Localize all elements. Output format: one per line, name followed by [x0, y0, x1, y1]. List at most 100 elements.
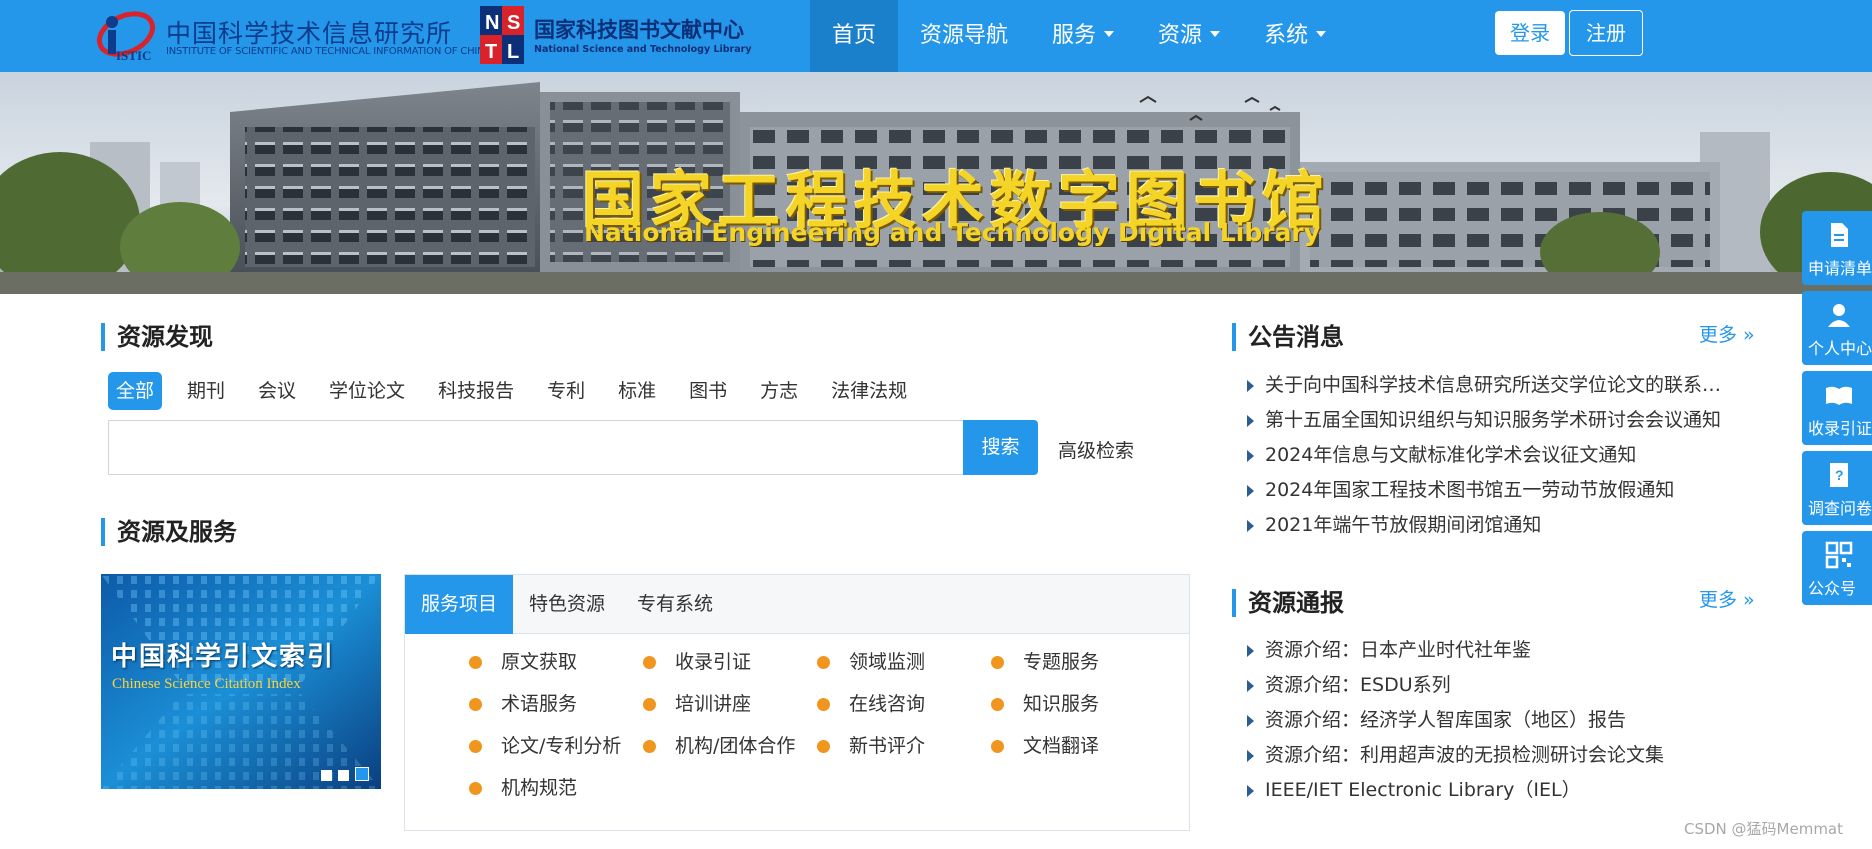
resource-news-more-link[interactable]: 更多 » — [1699, 585, 1755, 612]
nav-services-label: 服务 — [1052, 23, 1097, 48]
sidebar-personal-center[interactable]: 个人中心 — [1802, 291, 1872, 365]
list-item[interactable]: 2021年端午节放假期间闭馆通知 — [1245, 508, 1745, 543]
sidebar-label: 收录引证 — [1808, 419, 1872, 438]
banner-title-en: National Engineering and Technology Digi… — [584, 218, 1321, 247]
hero-banner: 国家工程技术数字图书馆 National Engineering and Tec… — [0, 72, 1872, 294]
register-button[interactable]: 注册 — [1569, 10, 1643, 56]
tab-all[interactable]: 全部 — [108, 372, 163, 410]
nav-systems[interactable]: 系统 — [1242, 0, 1348, 72]
user-icon — [1828, 304, 1850, 327]
resource-news-list: 资源介绍：日本产业时代社年鉴 资源介绍：ESDU系列 资源介绍：经济学人智库国家… — [1245, 633, 1745, 808]
search-input[interactable] — [108, 420, 964, 475]
advanced-search-link[interactable]: 高级检索 — [1058, 436, 1134, 463]
carousel-title-en: Chinese Science Citation Index — [112, 676, 301, 692]
tab-standards[interactable]: 标准 — [610, 372, 664, 410]
sidebar-citation[interactable]: 收录引证 — [1802, 371, 1872, 445]
service-item[interactable]: 论文/专利分析 — [469, 733, 621, 759]
svg-text:L: L — [507, 41, 519, 63]
nav-services[interactable]: 服务 — [1030, 0, 1136, 72]
tab-laws[interactable]: 法律法规 — [823, 372, 915, 410]
tab-featured-resources[interactable]: 特色资源 — [513, 575, 621, 634]
sidebar-wechat[interactable]: 公众号 — [1802, 531, 1872, 605]
announcements-list: 关于向中国科学技术信息研究所送交学位论文的联系… 第十五届全国知识组织与知识服务… — [1245, 368, 1745, 543]
document-icon — [1831, 223, 1848, 247]
citation-index-carousel[interactable]: 中国科学引文索引 Chinese Science Citation Index — [101, 574, 381, 789]
svg-text:?: ? — [1835, 467, 1844, 483]
list-item[interactable]: 资源介绍：利用超声波的无损检测研讨会论文集 — [1245, 738, 1745, 773]
service-item[interactable]: 机构/团体合作 — [643, 733, 795, 759]
tab-journals[interactable]: 期刊 — [179, 372, 233, 410]
nstl-logo[interactable]: N S T L 国家科技图书文献中心 National Science and … — [480, 6, 780, 64]
services-tabs: 服务项目 特色资源 专有系统 — [405, 575, 1189, 634]
service-item[interactable]: 术语服务 — [469, 691, 577, 717]
login-button[interactable]: 登录 — [1495, 11, 1565, 55]
svg-text:N: N — [485, 12, 499, 34]
nav-systems-label: 系统 — [1264, 23, 1309, 48]
service-item[interactable]: 培训讲座 — [643, 691, 751, 717]
tab-patents[interactable]: 专利 — [539, 372, 593, 410]
carousel-dot[interactable] — [338, 770, 349, 781]
service-item[interactable]: 原文获取 — [469, 649, 577, 675]
caret-down-icon — [1210, 31, 1221, 37]
sidebar-survey[interactable]: ? 调查问卷 — [1802, 451, 1872, 525]
list-item[interactable]: 资源介绍：日本产业时代社年鉴 — [1245, 633, 1745, 668]
announcements-title: 公告消息 — [1232, 322, 1344, 352]
list-item[interactable]: 关于向中国科学技术信息研究所送交学位论文的联系… — [1245, 368, 1745, 403]
main-nav: 首页 资源导航 服务 资源 系统 — [810, 0, 1348, 72]
service-item[interactable]: 领域监测 — [817, 649, 925, 675]
tab-books[interactable]: 图书 — [681, 372, 735, 410]
service-item[interactable]: 新书评介 — [817, 733, 925, 759]
istic-logo[interactable]: ISTIC 中国科学技术信息研究所 INSTITUTE OF SCIENTIFI… — [92, 8, 491, 64]
services-section-title: 资源及服务 — [101, 517, 237, 547]
list-item[interactable]: 2024年国家工程技术图书馆五一劳动节放假通知 — [1245, 473, 1745, 508]
nstl-logo-icon: N S T L — [480, 6, 524, 64]
service-item[interactable]: 机构规范 — [469, 775, 577, 801]
carousel-title-cn: 中国科学引文索引 — [111, 642, 336, 672]
nstl-name-cn: 国家科技图书文献中心 — [534, 18, 744, 42]
list-item[interactable]: 资源介绍：经济学人智库国家（地区）报告 — [1245, 703, 1745, 738]
tab-reports[interactable]: 科技报告 — [430, 372, 522, 410]
nav-resources[interactable]: 资源 — [1136, 0, 1242, 72]
list-item[interactable]: 第十五届全国知识组织与知识服务学术研讨会会议通知 — [1245, 403, 1745, 438]
service-item[interactable]: 收录引证 — [643, 649, 751, 675]
tab-conferences[interactable]: 会议 — [250, 372, 304, 410]
list-item[interactable]: 2024年信息与文献标准化学术会议征文通知 — [1245, 438, 1745, 473]
caret-down-icon — [1316, 31, 1327, 37]
nav-resources-label: 资源 — [1158, 23, 1203, 48]
search-button[interactable]: 搜索 — [963, 420, 1038, 475]
carousel-dot-active[interactable] — [355, 767, 369, 781]
tab-service-items[interactable]: 服务项目 — [405, 575, 514, 634]
nav-resource-guide[interactable]: 资源导航 — [898, 0, 1030, 72]
sidebar-label: 公众号 — [1808, 579, 1857, 598]
services-panel: 服务项目 特色资源 专有系统 原文获取 收录引证 领域监测 专题服务 术语服务 … — [404, 574, 1190, 831]
caret-down-icon — [1104, 31, 1115, 37]
list-item[interactable]: 资源介绍：ESDU系列 — [1245, 668, 1745, 703]
discovery-section-title: 资源发现 — [101, 322, 213, 352]
nav-resource-guide-label: 资源导航 — [920, 23, 1009, 48]
service-item[interactable]: 知识服务 — [991, 691, 1099, 717]
announcements-more-link[interactable]: 更多 » — [1699, 320, 1755, 347]
book-icon — [1826, 386, 1852, 405]
survey-icon: ? — [1830, 463, 1848, 487]
istic-name-cn: 中国科学技术信息研究所 — [166, 19, 453, 48]
qrcode-icon — [1825, 541, 1853, 569]
resource-type-tabs: 全部 期刊 会议 学位论文 科技报告 专利 标准 图书 方志 法律法规 — [108, 372, 932, 410]
tab-theses[interactable]: 学位论文 — [321, 372, 413, 410]
service-item[interactable]: 专题服务 — [991, 649, 1099, 675]
service-item[interactable]: 在线咨询 — [817, 691, 925, 717]
service-item[interactable]: 文档翻译 — [991, 733, 1099, 759]
istic-logo-icon: ISTIC — [97, 11, 155, 62]
resource-news-title: 资源通报 — [1232, 588, 1344, 618]
svg-text:ISTIC: ISTIC — [116, 48, 151, 62]
watermark-text: CSDN @猛码Memmat — [1684, 820, 1844, 838]
tab-proprietary-systems[interactable]: 专有系统 — [621, 575, 729, 634]
list-item[interactable]: IEEE/IET Electronic Library（IEL） — [1245, 773, 1745, 808]
sidebar-apply-list[interactable]: 申请清单 — [1802, 211, 1872, 285]
istic-name-en: INSTITUTE OF SCIENTIFIC AND TECHNICAL IN… — [166, 46, 492, 57]
svg-text:S: S — [507, 12, 520, 34]
carousel-dot[interactable] — [321, 770, 332, 781]
sidebar-label: 调查问卷 — [1808, 499, 1872, 518]
nav-home[interactable]: 首页 — [810, 0, 899, 72]
carousel-indicators — [321, 767, 369, 781]
tab-gazetteers[interactable]: 方志 — [752, 372, 806, 410]
